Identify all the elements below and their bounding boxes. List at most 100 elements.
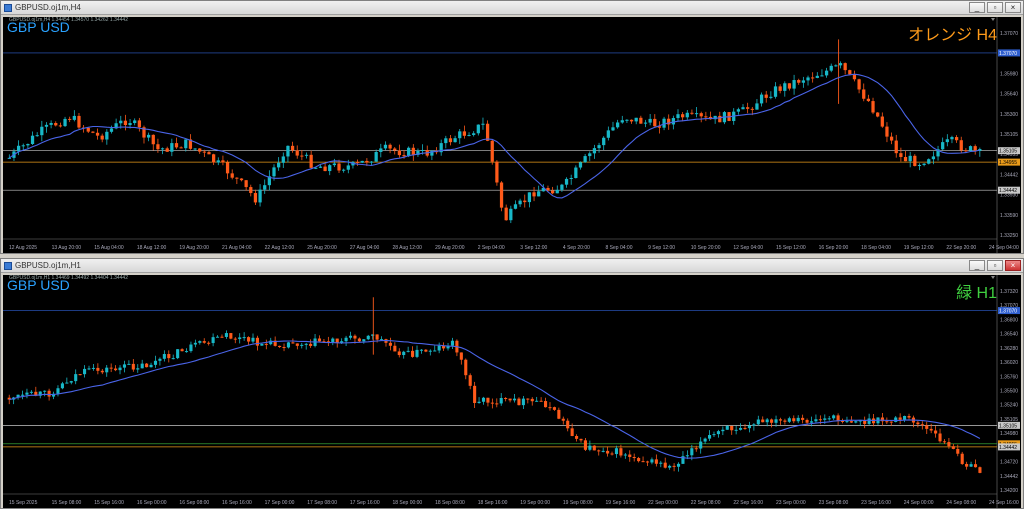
candle-body [105,131,109,140]
candle-body [464,359,468,376]
candle-body [650,459,654,463]
candle-body [759,94,764,104]
candle-body [907,415,911,418]
candle-body [561,418,565,421]
candle-body [814,419,818,422]
candle-body [91,131,95,133]
candle-body [778,86,782,91]
candle-body [495,161,499,183]
candle-body [485,123,490,141]
price-tick-label: 1.37070 [1000,31,1018,37]
time-tick-label: 25 Aug 20:00 [307,245,337,251]
candle-body [20,394,25,396]
candle-body [736,109,740,112]
restore-button[interactable]: ▫ [987,260,1003,271]
candle-body [527,192,532,203]
candle-body [730,425,734,431]
candle-body [555,189,559,194]
chart-window-h4: GBPUSD.oj1m,H4 _ ▫ × 1.370701.366701.359… [0,0,1024,254]
time-tick-label: 22 Sep 16:00 [733,500,763,506]
candle-body [917,164,922,167]
price-tick-label: 1.37320 [1000,289,1018,295]
candle-body [898,417,902,420]
close-button[interactable]: × [1005,260,1021,271]
candle-body [690,448,694,456]
candle-body [690,112,694,114]
time-tick-label: 18 Sep 16:00 [478,500,508,506]
candle-body [244,180,248,188]
timeframe-tag: オレンジ H4 [908,27,997,44]
candle-body [867,418,871,424]
candle-body [304,343,308,345]
candle-body [852,74,857,80]
price-tick-label: 1.34442 [1000,172,1018,178]
candle-body [811,77,815,79]
candle-body [787,418,791,422]
candle-body [848,70,852,75]
candle-body [699,113,703,117]
candle-body [894,140,898,154]
candle-body [47,390,51,397]
price-chart-h4[interactable]: 1.370701.366701.359801.356401.353001.351… [3,17,1021,253]
candle-body [309,154,313,168]
candle-body [934,430,938,434]
candle-body [899,153,903,158]
time-tick-label: 16 Sep 08:00 [179,500,209,506]
candle-body [889,136,894,141]
candle-body [224,333,228,337]
candle-body [523,200,527,203]
candle-body [118,367,122,371]
candle-body [616,122,620,128]
price-level-label: 1.35105 [999,423,1017,429]
candle-body [476,124,480,134]
candle-body [242,337,246,339]
candle-body [827,418,831,420]
price-level-label: 1.37070 [999,51,1017,57]
candle-body [184,139,188,149]
candle-body [557,409,561,419]
time-tick-label: 27 Aug 04:00 [350,245,380,251]
candle-body [444,138,448,144]
restore-button[interactable]: ▫ [987,2,1003,13]
candle-body [388,342,392,346]
candle-body [761,419,765,423]
candle-body [211,337,215,344]
candle-body [91,367,95,369]
time-tick-label: 17 Sep 08:00 [307,500,337,506]
close-button[interactable]: × [1005,2,1021,13]
candle-body [198,341,202,343]
price-chart-h1[interactable]: 1.37320 1.37070 1.36800 1.36540 1.36280 1.360… [3,275,1021,508]
candle-body [481,123,485,125]
candle-body [357,338,361,342]
candle-body [277,162,281,168]
candle-body [699,441,703,449]
minimize-button[interactable]: _ [969,2,985,13]
candle-body [823,418,827,420]
minimize-button[interactable]: _ [969,260,985,271]
window-titlebar[interactable]: GBPUSD.oj1m,H1 _ ▫ × [1,259,1023,273]
candle-body [162,354,166,359]
candle-body [945,139,949,143]
window-titlebar[interactable]: GBPUSD.oj1m,H4 _ ▫ × [1,1,1023,15]
candle-body [78,374,82,376]
candle-body [342,169,346,171]
time-tick-label: 19 Sep 12:00 [904,245,934,251]
candle-body [815,75,819,78]
candle-body [611,127,615,131]
time-tick-label: 4 Sep 20:00 [563,245,590,251]
candle-body [56,388,60,394]
candle-body [105,367,109,373]
time-tick-label: 16 Sep 16:00 [222,500,252,506]
candle-body [857,79,861,90]
candle-body [140,363,144,369]
price-level-label: 1.34442 [999,188,1017,194]
candle-body [903,415,907,420]
candle-body [415,349,419,357]
candle-body [167,354,171,359]
time-tick-label: 18 Sep 04:00 [861,245,891,251]
candle-body [625,119,629,121]
candle-body [207,152,211,155]
candle-body [834,65,838,67]
time-tick-label: 19 Sep 16:00 [606,500,636,506]
chart-window-icon [4,4,12,12]
